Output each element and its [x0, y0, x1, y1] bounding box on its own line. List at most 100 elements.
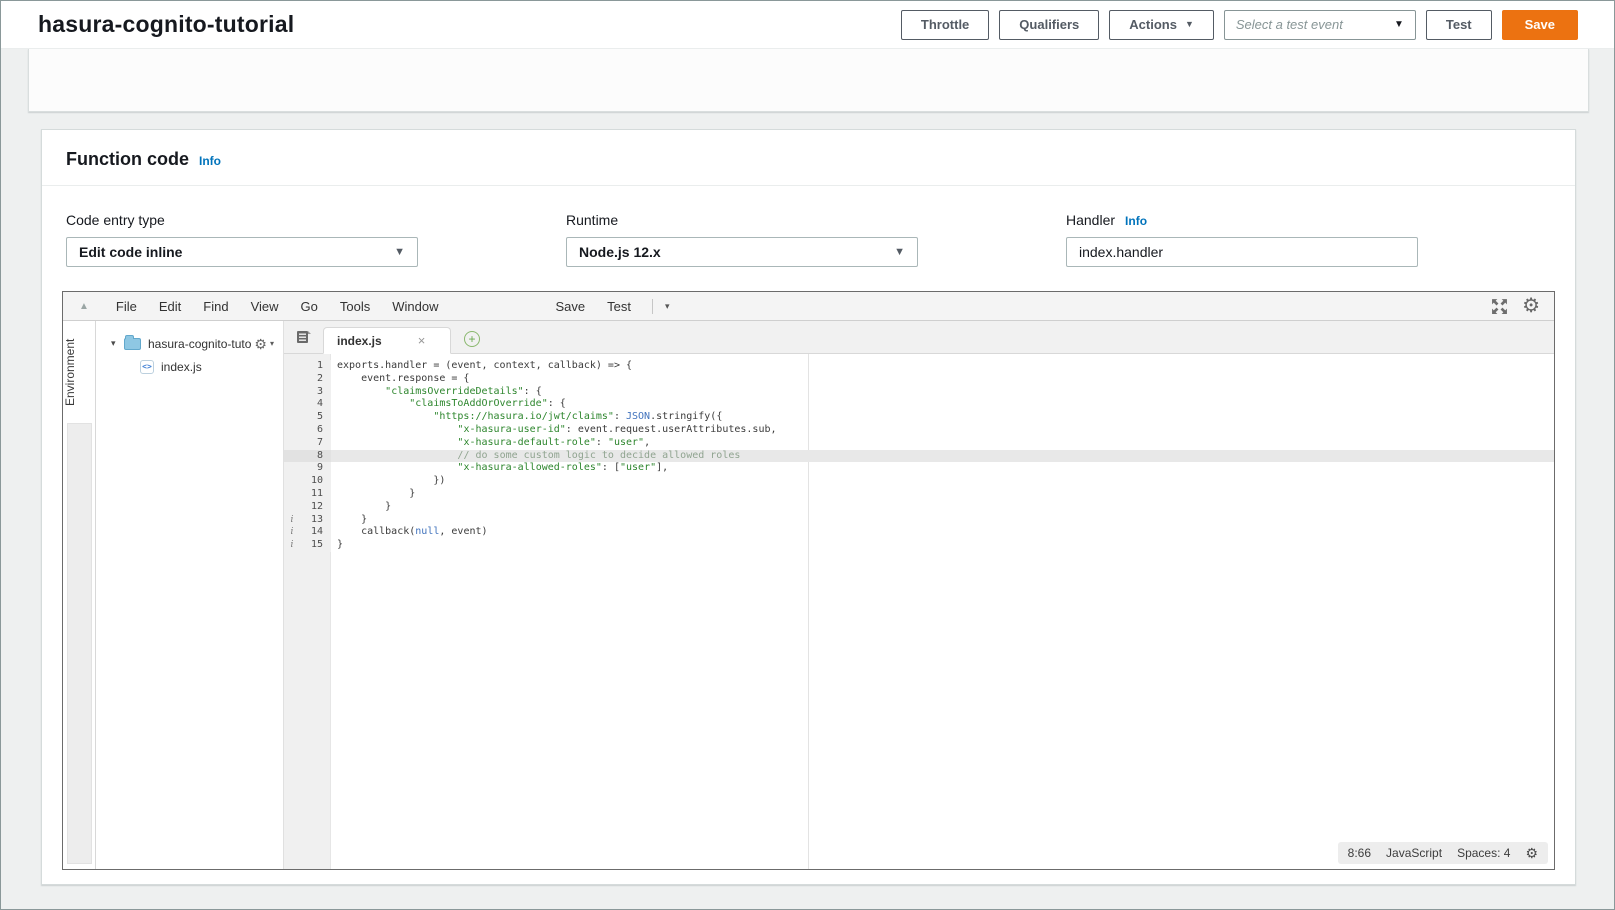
gutter-marker [284, 411, 300, 424]
environment-collapsed-panel [67, 423, 92, 864]
tree-expand-caret-icon[interactable]: ▾ [111, 338, 124, 349]
code-text: "x-hasura-allowed-roles": ["user"], [331, 462, 1554, 475]
gutter-marker [284, 437, 300, 450]
tab-list-icon[interactable] [296, 330, 311, 344]
line-number: 11 [300, 488, 331, 501]
test-button[interactable]: Test [1426, 10, 1492, 40]
runtime-field: Runtime Node.js 12.x ▼ [566, 212, 918, 267]
line-number: 4 [300, 398, 331, 411]
chevron-down-icon: ▼ [894, 246, 905, 258]
code-text: } [331, 488, 1554, 501]
tab-index-js[interactable]: index.js × [323, 327, 451, 354]
code-text: } [331, 501, 1554, 514]
code-line-10[interactable]: 10 }) [284, 475, 1554, 488]
line-number: 5 [300, 411, 331, 424]
runtime-label: Runtime [566, 212, 918, 228]
code-line-12[interactable]: 12 } [284, 501, 1554, 514]
line-number: 7 [300, 437, 331, 450]
code-line-13[interactable]: i13 } [284, 514, 1554, 527]
code-entry-type-label: Code entry type [66, 212, 418, 228]
editor-tabbar: index.js × + [284, 321, 1554, 354]
code-line-8[interactable]: 8 // do some custom logic to decide allo… [284, 450, 1554, 463]
file-tree-panel: ▾ hasura-cognito-tuto ⚙ ▾ <> index.js [96, 321, 284, 869]
code-line-2[interactable]: 2 event.response = { [284, 373, 1554, 386]
page-header: hasura-cognito-tutorial Throttle Qualifi… [1, 1, 1614, 49]
menu-go[interactable]: Go [290, 299, 329, 314]
code-line-7[interactable]: 7 "x-hasura-default-role": "user", [284, 437, 1554, 450]
test-event-select[interactable]: Select a test event ▼ [1224, 10, 1416, 40]
new-tab-plus-icon[interactable]: + [464, 331, 480, 347]
code-text: } [331, 514, 1554, 527]
tree-file-row[interactable]: <> index.js [96, 355, 283, 378]
code-text: "x-hasura-default-role": "user", [331, 437, 1554, 450]
chevron-down-icon[interactable]: ▾ [659, 301, 676, 312]
code-line-6[interactable]: 6 "x-hasura-user-id": event.request.user… [284, 424, 1554, 437]
editor-settings-gear-icon[interactable]: ⚙ [1522, 296, 1540, 316]
function-name-title: hasura-cognito-tutorial [38, 11, 294, 38]
code-line-15[interactable]: i15} [284, 539, 1554, 552]
menu-file[interactable]: File [105, 299, 148, 314]
menu-view[interactable]: View [240, 299, 290, 314]
indent-setting[interactable]: Spaces: 4 [1457, 846, 1510, 860]
code-lines: 1exports.handler = (event, context, call… [284, 360, 1554, 552]
gutter-marker [284, 360, 300, 373]
code-text: "x-hasura-user-id": event.request.userAt… [331, 424, 1554, 437]
function-code-form: Code entry type Edit code inline ▼ Runti… [42, 186, 1575, 293]
save-button[interactable]: Save [1502, 10, 1578, 40]
code-line-14[interactable]: i14 callback(null, event) [284, 526, 1554, 539]
editor-save-button[interactable]: Save [544, 299, 596, 314]
code-line-3[interactable]: 3 "claimsOverrideDetails": { [284, 386, 1554, 399]
environment-tab[interactable]: Environment [63, 321, 77, 423]
runtime-select[interactable]: Node.js 12.x ▼ [566, 237, 918, 267]
chevron-down-icon: ▾ [270, 339, 274, 348]
editor-test-button[interactable]: Test [596, 299, 642, 314]
handler-info-link[interactable]: Info [1125, 214, 1147, 228]
code-line-9[interactable]: 9 "x-hasura-allowed-roles": ["user"], [284, 462, 1554, 475]
line-number: 8 [300, 450, 331, 463]
code-text: event.response = { [331, 373, 1554, 386]
throttle-button[interactable]: Throttle [901, 10, 989, 40]
editor-statusbar: 8:66 JavaScript Spaces: 4 ⚙ [1338, 842, 1548, 864]
code-text: "claimsOverrideDetails": { [331, 386, 1554, 399]
menu-window[interactable]: Window [381, 299, 449, 314]
info-marker-icon: i [284, 526, 300, 539]
code-line-11[interactable]: 11 } [284, 488, 1554, 501]
code-entry-type-field: Code entry type Edit code inline ▼ [66, 212, 418, 267]
tree-settings-button[interactable]: ⚙ ▾ [254, 337, 274, 351]
menu-tools[interactable]: Tools [329, 299, 381, 314]
gutter-marker [284, 373, 300, 386]
code-editor-surface[interactable]: 1exports.handler = (event, context, call… [284, 354, 1554, 869]
editor-code-column: index.js × + 1exports.handler = (event, … [284, 321, 1554, 869]
code-entry-type-select[interactable]: Edit code inline ▼ [66, 237, 418, 267]
handler-label: Handler [1066, 212, 1115, 228]
code-line-5[interactable]: 5 "https://hasura.io/jwt/claims": JSON.s… [284, 411, 1554, 424]
tree-folder-row[interactable]: ▾ hasura-cognito-tuto ⚙ ▾ [96, 332, 283, 355]
code-text: callback(null, event) [331, 526, 1554, 539]
code-line-4[interactable]: 4 "claimsToAddOrOverride": { [284, 398, 1554, 411]
handler-input[interactable]: index.handler [1066, 237, 1418, 267]
close-icon[interactable]: × [418, 333, 426, 348]
code-line-1[interactable]: 1exports.handler = (event, context, call… [284, 360, 1554, 373]
gutter-marker [284, 488, 300, 501]
qualifiers-button[interactable]: Qualifiers [999, 10, 1099, 40]
line-number: 2 [300, 373, 331, 386]
code-text: } [331, 539, 1554, 552]
language-mode[interactable]: JavaScript [1386, 846, 1442, 860]
code-text: "https://hasura.io/jwt/claims": JSON.str… [331, 411, 1554, 424]
function-code-info-link[interactable]: Info [199, 154, 221, 168]
menu-find[interactable]: Find [192, 299, 239, 314]
actions-button[interactable]: Actions ▼ [1109, 10, 1214, 40]
line-number: 14 [300, 526, 331, 539]
line-number: 15 [300, 539, 331, 552]
chevron-down-icon: ▼ [394, 246, 405, 258]
fullscreen-icon[interactable] [1491, 298, 1508, 315]
gutter-marker [284, 398, 300, 411]
menu-edit[interactable]: Edit [148, 299, 192, 314]
function-code-header: Function code Info [42, 130, 1575, 186]
statusbar-gear-icon[interactable]: ⚙ [1525, 846, 1538, 860]
cursor-position[interactable]: 8:66 [1348, 846, 1371, 860]
collapse-up-icon[interactable]: ▲ [79, 301, 89, 312]
test-event-placeholder: Select a test event [1236, 17, 1386, 32]
line-number: 13 [300, 514, 331, 527]
gutter-marker [284, 462, 300, 475]
